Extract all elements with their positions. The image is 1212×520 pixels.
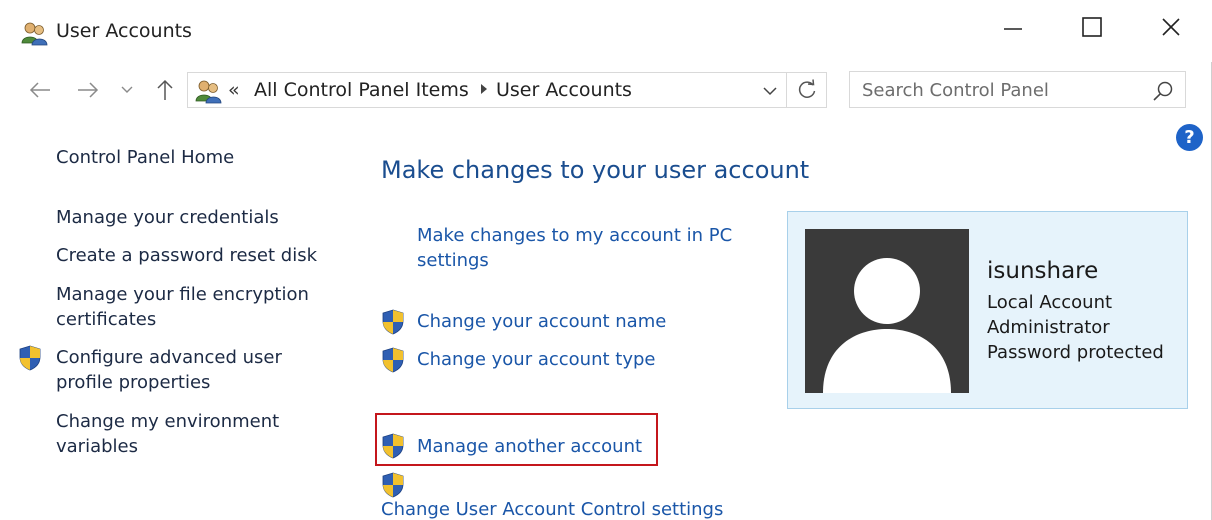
minimize-icon [1004, 28, 1022, 30]
chevron-down-icon[interactable] [760, 83, 780, 99]
change-account-type-link[interactable]: Change your account type [417, 347, 655, 372]
avatar [805, 229, 969, 393]
recent-locations-button[interactable] [116, 76, 138, 104]
search-icon[interactable] [1152, 80, 1174, 102]
uac-shield-icon [382, 472, 404, 498]
breadcrumb-separator-icon[interactable] [481, 84, 487, 94]
change-account-name-link[interactable]: Change your account name [417, 309, 666, 334]
account-role: Administrator [987, 317, 1110, 338]
manage-credentials-link[interactable]: Manage your credentials [56, 205, 326, 230]
breadcrumb-user-accounts[interactable]: User Accounts [496, 79, 632, 101]
account-password-status: Password protected [987, 342, 1164, 363]
help-button[interactable]: ? [1176, 124, 1203, 151]
user-accounts-window: User Accounts « All Control Panel Items … [0, 0, 1212, 520]
arrow-right-icon [78, 82, 99, 98]
minimize-button[interactable] [983, 10, 1043, 44]
search-box[interactable] [849, 71, 1186, 108]
refresh-icon [798, 79, 815, 98]
account-name: isunshare [987, 258, 1099, 284]
manage-another-account-link[interactable]: Manage another account [417, 434, 642, 459]
uac-shield-icon [19, 345, 41, 371]
control-panel-home-link[interactable]: Control Panel Home [56, 145, 326, 170]
page-title: Make changes to your user account [381, 156, 810, 184]
uac-shield-icon [382, 309, 404, 335]
environment-variables-link[interactable]: Change my environment variables [56, 409, 296, 459]
user-silhouette-icon [823, 258, 951, 393]
maximize-icon [1082, 17, 1102, 37]
breadcrumb-all-control-panel-items[interactable]: All Control Panel Items [254, 79, 469, 101]
search-input[interactable] [862, 76, 1142, 104]
close-button[interactable] [1141, 10, 1201, 44]
chevron-down-icon [121, 86, 133, 93]
advanced-user-profile-link[interactable]: Configure advanced user profile properti… [56, 345, 296, 395]
forward-button[interactable] [72, 76, 104, 104]
maximize-button[interactable] [1062, 10, 1122, 44]
window-title: User Accounts [56, 20, 192, 42]
account-type-local: Local Account [987, 292, 1113, 313]
uac-shield-icon [382, 347, 404, 373]
up-button[interactable] [150, 76, 180, 104]
file-encryption-certificates-link[interactable]: Manage your file encryption certificates [56, 282, 316, 332]
title-bar: User Accounts [0, 0, 1212, 62]
users-icon [21, 22, 48, 46]
close-icon [1162, 18, 1180, 36]
password-reset-disk-link[interactable]: Create a password reset disk [56, 243, 326, 268]
navigation-bar: « All Control Panel Items User Accounts [0, 62, 1212, 118]
uac-shield-icon [382, 433, 404, 459]
back-button[interactable] [24, 76, 56, 104]
arrow-up-icon [157, 79, 173, 100]
users-icon [195, 80, 222, 104]
breadcrumb-overflow[interactable]: « [228, 79, 240, 101]
refresh-button[interactable] [787, 72, 827, 108]
account-card: isunshare Local Account Administrator Pa… [787, 211, 1188, 409]
pc-settings-link[interactable]: Make changes to my account in PC setting… [417, 223, 757, 273]
uac-settings-link[interactable]: Change User Account Control settings [381, 497, 723, 520]
address-bar[interactable]: « All Control Panel Items User Accounts [187, 72, 787, 108]
arrow-left-icon [29, 82, 50, 98]
